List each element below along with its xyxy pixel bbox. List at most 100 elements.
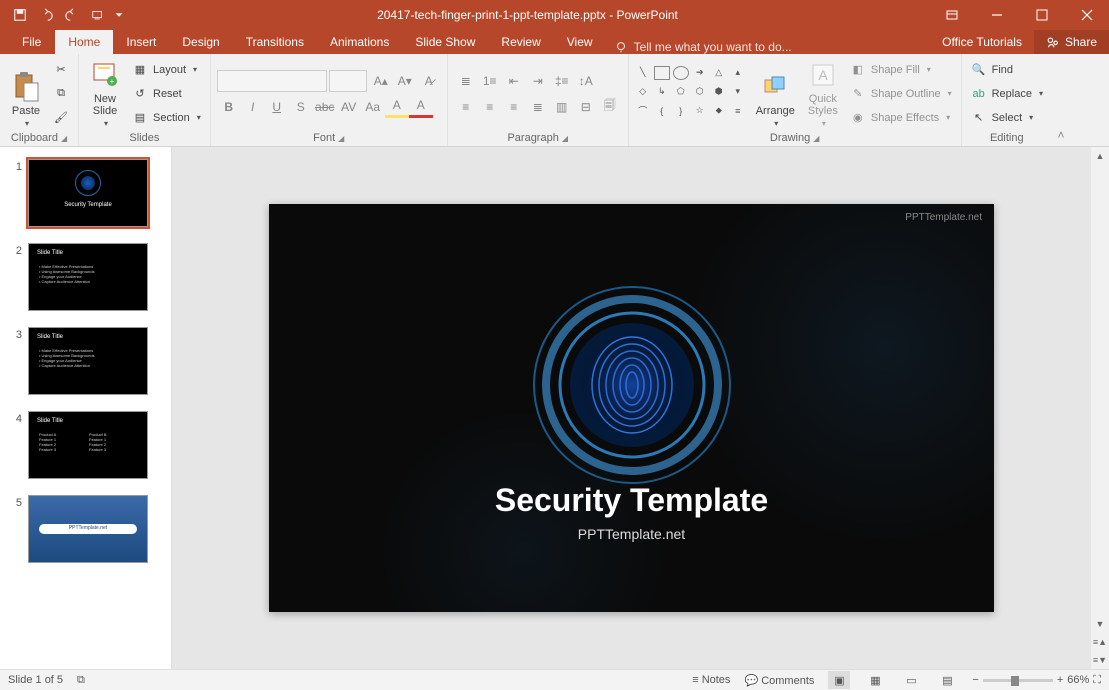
italic-button[interactable]: I (241, 96, 265, 118)
zoom-control[interactable]: − + 66% ⛶ (972, 674, 1101, 687)
fit-window-icon[interactable]: ⛶ (1093, 674, 1101, 687)
select-button[interactable]: ↖Select▾ (968, 107, 1046, 129)
case-button[interactable]: Aa (361, 96, 385, 118)
find-button[interactable]: 🔍Find (968, 59, 1046, 81)
new-slide-button[interactable]: + New Slide▾ (85, 57, 125, 130)
thumbnail-5[interactable]: 5PPTTemplate.net (0, 491, 171, 575)
text-direction-button[interactable]: ↕A (574, 70, 598, 92)
tab-view[interactable]: View (554, 30, 606, 54)
normal-view-icon[interactable]: ▣ (828, 671, 850, 689)
clear-format-button[interactable]: A̷ (417, 70, 441, 92)
tab-design[interactable]: Design (169, 30, 232, 54)
tab-animations[interactable]: Animations (317, 30, 402, 54)
clipboard-launcher-icon[interactable]: ◢ (61, 134, 67, 143)
justify-button[interactable]: ≣ (526, 96, 550, 118)
undo-icon[interactable] (34, 3, 58, 27)
collapse-ribbon-icon[interactable]: ˄ (1052, 54, 1070, 146)
align-left-button[interactable]: ≡ (454, 96, 478, 118)
thumbnail-1[interactable]: 1Security Template (0, 155, 171, 239)
slide-canvas[interactable]: PPTTemplate.net (269, 204, 994, 612)
maximize-icon[interactable] (1019, 0, 1064, 29)
tab-transitions[interactable]: Transitions (233, 30, 317, 54)
underline-button[interactable]: U (265, 96, 289, 118)
thumbnail-4[interactable]: 4Slide TitleProduct AFeature 1Feature 2F… (0, 407, 171, 491)
save-icon[interactable] (8, 3, 32, 27)
strike-button[interactable]: abc (313, 96, 337, 118)
shrink-font-button[interactable]: A▾ (393, 70, 417, 92)
tab-slideshow[interactable]: Slide Show (402, 30, 488, 54)
shape-fill-button[interactable]: ◧Shape Fill▾ (847, 59, 955, 81)
zoom-out-icon[interactable]: − (972, 674, 978, 686)
qat-more-icon[interactable] (112, 3, 126, 27)
tab-file[interactable]: File (8, 30, 55, 54)
section-button[interactable]: ▤Section▾ (129, 107, 204, 129)
grow-font-button[interactable]: A▴ (369, 70, 393, 92)
align-text-button[interactable]: ⊟ (574, 96, 598, 118)
tab-insert[interactable]: Insert (113, 30, 169, 54)
sorter-view-icon[interactable]: ▦ (864, 671, 886, 689)
minimize-icon[interactable] (974, 0, 1019, 29)
indent-dec-button[interactable]: ⇤ (502, 70, 526, 92)
bullets-button[interactable]: ≣ (454, 70, 478, 92)
arrange-button[interactable]: Arrange▾ (752, 57, 799, 130)
paragraph-launcher-icon[interactable]: ◢ (562, 134, 568, 143)
tab-review[interactable]: Review (488, 30, 553, 54)
close-icon[interactable] (1064, 0, 1109, 29)
font-size-combo[interactable] (329, 70, 367, 92)
align-center-button[interactable]: ≡ (478, 96, 502, 118)
thumbnail-3[interactable]: 3Slide Title• Make Effective Presentatio… (0, 323, 171, 407)
cut-button[interactable]: ✂ (50, 59, 72, 81)
zoom-in-icon[interactable]: + (1057, 674, 1063, 686)
slide-subtitle[interactable]: PPTTemplate.net (269, 526, 994, 542)
shape-lbrace-icon: { (654, 104, 670, 118)
paste-button[interactable]: Paste▾ (6, 57, 46, 130)
drawing-launcher-icon[interactable]: ◢ (813, 134, 819, 143)
slide-counter[interactable]: Slide 1 of 5 (8, 674, 63, 686)
next-slide-icon[interactable]: ≡▼ (1091, 651, 1109, 669)
scroll-up-icon[interactable]: ▲ (1091, 147, 1109, 165)
vertical-scrollbar[interactable]: ▲ ▼ ≡▲ ≡▼ (1091, 147, 1109, 669)
tab-home[interactable]: Home (55, 30, 113, 54)
spellcheck-icon[interactable]: ⧉ (77, 674, 85, 687)
tell-me[interactable]: Tell me what you want to do... (614, 40, 792, 54)
shape-outline-button[interactable]: ✎Shape Outline▾ (847, 83, 955, 105)
line-spacing-button[interactable]: ‡≡ (550, 70, 574, 92)
reset-button[interactable]: ↺Reset (129, 83, 204, 105)
align-right-button[interactable]: ≡ (502, 96, 526, 118)
prev-slide-icon[interactable]: ≡▲ (1091, 633, 1109, 651)
window-controls (929, 0, 1109, 29)
redo-icon[interactable] (60, 3, 84, 27)
highlight-button[interactable]: A (385, 96, 409, 118)
numbering-button[interactable]: 1≡ (478, 70, 502, 92)
slideshow-view-icon[interactable]: ▤ (936, 671, 958, 689)
share-button[interactable]: Share (1034, 30, 1109, 54)
comments-button[interactable]: 💬 Comments (744, 674, 814, 687)
quick-styles-button[interactable]: A Quick Styles▾ (803, 57, 843, 130)
start-from-beginning-icon[interactable] (86, 3, 110, 27)
indent-inc-button[interactable]: ⇥ (526, 70, 550, 92)
slide-thumbnails[interactable]: 1Security Template2Slide Title• Make Eff… (0, 147, 172, 669)
bold-button[interactable]: B (217, 96, 241, 118)
scroll-down-icon[interactable]: ▼ (1091, 615, 1109, 633)
shadow-button[interactable]: S (289, 96, 313, 118)
replace-button[interactable]: abReplace▾ (968, 83, 1046, 105)
layout-button[interactable]: ▦Layout▾ (129, 59, 204, 81)
font-family-combo[interactable] (217, 70, 327, 92)
copy-button[interactable]: ⧉ (50, 83, 72, 105)
font-color-button[interactable]: A (409, 96, 433, 118)
zoom-value[interactable]: 66% (1067, 674, 1089, 686)
columns-button[interactable]: ▥ (550, 96, 574, 118)
slide-title[interactable]: Security Template (269, 482, 994, 519)
reading-view-icon[interactable]: ▭ (900, 671, 922, 689)
shape-effects-button[interactable]: ◉Shape Effects▾ (847, 107, 955, 129)
font-launcher-icon[interactable]: ◢ (338, 134, 344, 143)
slide-editor[interactable]: PPTTemplate.net (172, 147, 1091, 669)
notes-button[interactable]: ≡ Notes (692, 674, 730, 686)
format-painter-button[interactable]: 🖌 (50, 107, 72, 129)
shapes-gallery[interactable]: ╲ ➔ △ ▴ ◇ ↳ ⬠ ⬡ ⬢ ▾ ⌒ { } ☆ ⬥ (635, 66, 748, 122)
tab-tutorials[interactable]: Office Tutorials (930, 30, 1034, 54)
smartart-button[interactable]: 🗐 (598, 96, 622, 118)
spacing-button[interactable]: AV (337, 96, 361, 118)
ribbon-display-icon[interactable] (929, 0, 974, 29)
thumbnail-2[interactable]: 2Slide Title• Make Effective Presentatio… (0, 239, 171, 323)
